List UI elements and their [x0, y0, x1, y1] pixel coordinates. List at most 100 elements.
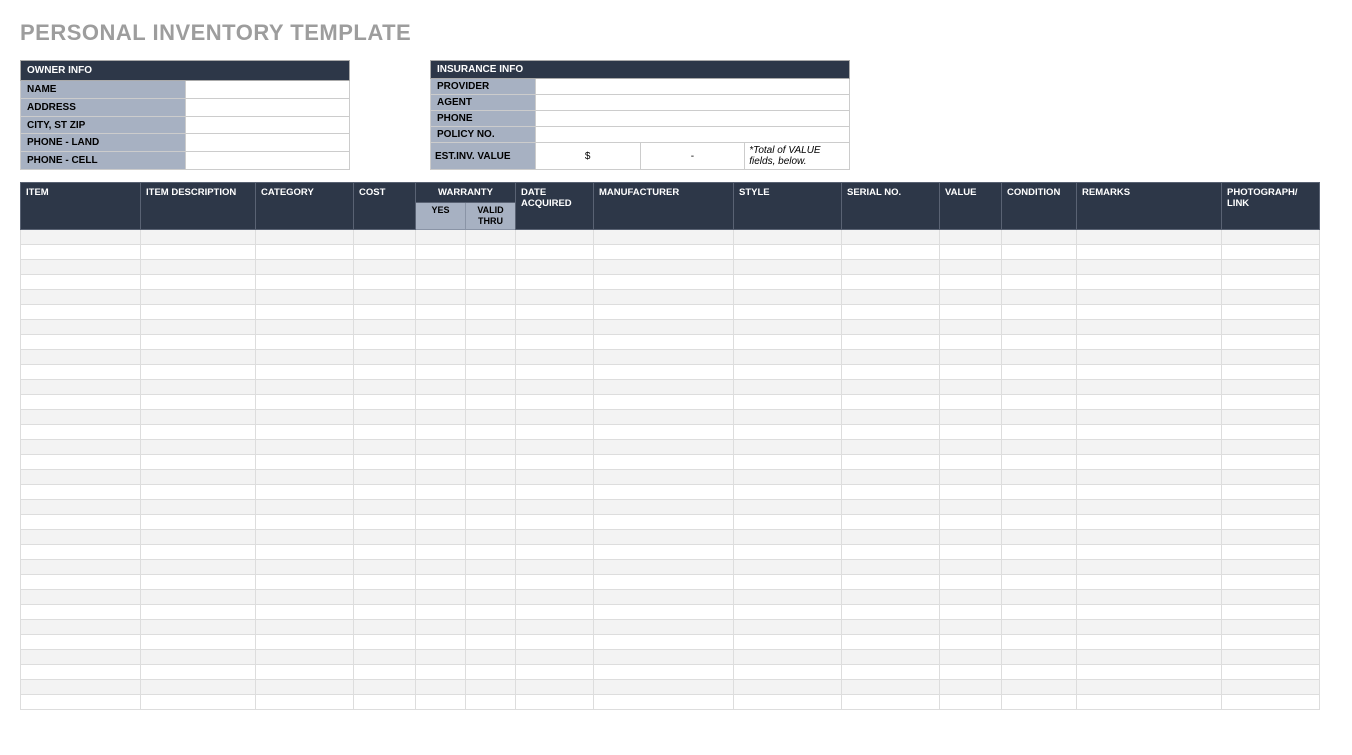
table-cell[interactable]	[354, 499, 416, 514]
table-cell[interactable]	[594, 274, 734, 289]
table-cell[interactable]	[1002, 424, 1077, 439]
table-cell[interactable]	[354, 409, 416, 424]
table-cell[interactable]	[594, 604, 734, 619]
table-cell[interactable]	[1077, 589, 1222, 604]
table-cell[interactable]	[466, 664, 516, 679]
table-cell[interactable]	[940, 349, 1002, 364]
table-cell[interactable]	[594, 514, 734, 529]
table-cell[interactable]	[842, 559, 940, 574]
table-cell[interactable]	[256, 394, 354, 409]
table-cell[interactable]	[416, 304, 466, 319]
table-cell[interactable]	[594, 649, 734, 664]
table-cell[interactable]	[1222, 394, 1320, 409]
table-cell[interactable]	[734, 454, 842, 469]
table-cell[interactable]	[416, 499, 466, 514]
table-cell[interactable]	[516, 589, 594, 604]
table-cell[interactable]	[734, 634, 842, 649]
table-cell[interactable]	[256, 379, 354, 394]
table-cell[interactable]	[416, 274, 466, 289]
table-cell[interactable]	[141, 499, 256, 514]
table-cell[interactable]	[354, 454, 416, 469]
table-cell[interactable]	[354, 604, 416, 619]
table-cell[interactable]	[516, 529, 594, 544]
table-cell[interactable]	[940, 424, 1002, 439]
owner-info-value[interactable]	[185, 98, 350, 116]
table-cell[interactable]	[842, 229, 940, 244]
table-cell[interactable]	[1222, 649, 1320, 664]
table-cell[interactable]	[734, 679, 842, 694]
table-cell[interactable]	[842, 409, 940, 424]
owner-info-value[interactable]	[185, 134, 350, 152]
table-cell[interactable]	[354, 619, 416, 634]
table-cell[interactable]	[594, 454, 734, 469]
table-cell[interactable]	[594, 574, 734, 589]
table-cell[interactable]	[466, 424, 516, 439]
table-cell[interactable]	[141, 604, 256, 619]
table-cell[interactable]	[734, 334, 842, 349]
table-cell[interactable]	[516, 334, 594, 349]
table-cell[interactable]	[1222, 289, 1320, 304]
table-cell[interactable]	[354, 529, 416, 544]
table-cell[interactable]	[940, 379, 1002, 394]
table-cell[interactable]	[354, 634, 416, 649]
table-cell[interactable]	[594, 499, 734, 514]
table-cell[interactable]	[594, 559, 734, 574]
table-cell[interactable]	[416, 574, 466, 589]
table-cell[interactable]	[354, 304, 416, 319]
table-cell[interactable]	[940, 664, 1002, 679]
table-cell[interactable]	[256, 514, 354, 529]
table-cell[interactable]	[416, 544, 466, 559]
table-cell[interactable]	[594, 469, 734, 484]
table-cell[interactable]	[594, 349, 734, 364]
table-cell[interactable]	[594, 484, 734, 499]
table-cell[interactable]	[594, 319, 734, 334]
table-cell[interactable]	[21, 334, 141, 349]
table-cell[interactable]	[416, 394, 466, 409]
table-cell[interactable]	[256, 349, 354, 364]
table-cell[interactable]	[354, 679, 416, 694]
table-cell[interactable]	[1222, 229, 1320, 244]
table-cell[interactable]	[354, 229, 416, 244]
table-cell[interactable]	[940, 289, 1002, 304]
table-cell[interactable]	[516, 604, 594, 619]
table-cell[interactable]	[354, 274, 416, 289]
table-cell[interactable]	[1077, 484, 1222, 499]
table-cell[interactable]	[256, 469, 354, 484]
table-cell[interactable]	[21, 274, 141, 289]
table-cell[interactable]	[1077, 664, 1222, 679]
table-cell[interactable]	[1077, 274, 1222, 289]
table-cell[interactable]	[141, 559, 256, 574]
table-cell[interactable]	[940, 649, 1002, 664]
table-cell[interactable]	[256, 559, 354, 574]
table-cell[interactable]	[940, 394, 1002, 409]
table-cell[interactable]	[141, 319, 256, 334]
table-cell[interactable]	[594, 619, 734, 634]
table-cell[interactable]	[940, 364, 1002, 379]
table-cell[interactable]	[466, 619, 516, 634]
table-cell[interactable]	[1077, 259, 1222, 274]
table-cell[interactable]	[940, 619, 1002, 634]
table-cell[interactable]	[256, 544, 354, 559]
table-cell[interactable]	[842, 619, 940, 634]
table-cell[interactable]	[1077, 604, 1222, 619]
table-cell[interactable]	[734, 424, 842, 439]
table-cell[interactable]	[466, 289, 516, 304]
table-cell[interactable]	[594, 634, 734, 649]
table-cell[interactable]	[141, 439, 256, 454]
table-cell[interactable]	[1077, 334, 1222, 349]
table-cell[interactable]	[516, 484, 594, 499]
table-cell[interactable]	[466, 409, 516, 424]
table-cell[interactable]	[594, 364, 734, 379]
table-cell[interactable]	[141, 589, 256, 604]
table-cell[interactable]	[466, 364, 516, 379]
table-cell[interactable]	[416, 349, 466, 364]
table-cell[interactable]	[1002, 634, 1077, 649]
table-cell[interactable]	[734, 604, 842, 619]
table-cell[interactable]	[141, 484, 256, 499]
table-cell[interactable]	[516, 229, 594, 244]
table-cell[interactable]	[1222, 379, 1320, 394]
table-cell[interactable]	[416, 364, 466, 379]
table-cell[interactable]	[1222, 274, 1320, 289]
table-cell[interactable]	[21, 664, 141, 679]
table-cell[interactable]	[466, 634, 516, 649]
